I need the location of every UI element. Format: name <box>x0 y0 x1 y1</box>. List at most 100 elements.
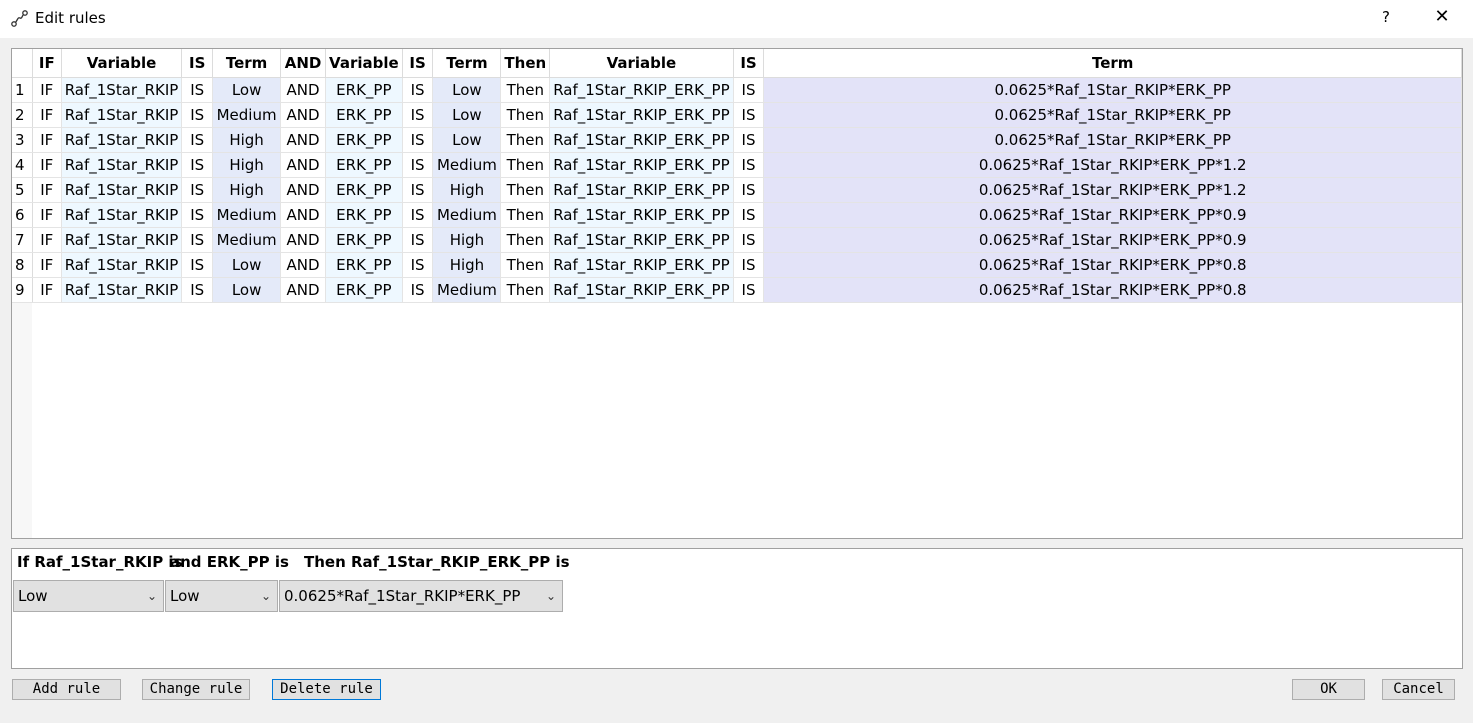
col-header-variable-3[interactable]: Variable <box>549 49 734 78</box>
term-1-cell[interactable]: Low <box>212 277 282 303</box>
variable-1-cell[interactable]: Raf_1Star_RKIP <box>61 77 183 103</box>
row-number[interactable]: 1 <box>12 77 33 103</box>
col-header-variable-2[interactable]: Variable <box>325 49 403 78</box>
variable-3-cell[interactable]: Raf_1Star_RKIP_ERK_PP <box>549 277 734 303</box>
term-3-cell[interactable]: 0.0625*Raf_1Star_RKIP*ERK_PP*1.2 <box>763 177 1462 203</box>
variable-2-cell[interactable]: ERK_PP <box>325 227 403 253</box>
is-2-cell[interactable]: IS <box>402 202 434 228</box>
variable-2-cell[interactable]: ERK_PP <box>325 277 403 303</box>
term-3-cell[interactable]: 0.0625*Raf_1Star_RKIP*ERK_PP <box>763 77 1462 103</box>
col-header-is-1[interactable]: IS <box>181 49 214 78</box>
and-keyword-cell[interactable]: AND <box>280 252 327 278</box>
term-1-cell[interactable]: High <box>212 177 282 203</box>
table-row[interactable]: 3 IF Raf_1Star_RKIP IS High AND ERK_PP IS Low The… <box>12 127 1462 153</box>
variable-1-cell[interactable]: Raf_1Star_RKIP <box>61 127 183 153</box>
if-keyword-cell[interactable]: IF <box>32 227 62 253</box>
col-header-term-2[interactable]: Term <box>432 49 502 78</box>
term-2-cell[interactable]: High <box>432 177 502 203</box>
term-1-cell[interactable]: Low <box>212 252 282 278</box>
is-1-cell[interactable]: IS <box>181 277 214 303</box>
is-1-cell[interactable]: IS <box>181 102 214 128</box>
if-keyword-cell[interactable]: IF <box>32 252 62 278</box>
variable-2-cell[interactable]: ERK_PP <box>325 102 403 128</box>
then-keyword-cell[interactable]: Then <box>500 177 551 203</box>
if-term-select[interactable]: Low ⌄ <box>13 580 164 612</box>
col-header-variable-1[interactable]: Variable <box>61 49 183 78</box>
col-header-term-1[interactable]: Term <box>212 49 282 78</box>
variable-2-cell[interactable]: ERK_PP <box>325 252 403 278</box>
term-3-cell[interactable]: 0.0625*Raf_1Star_RKIP*ERK_PP*0.8 <box>763 252 1462 278</box>
row-number[interactable]: 8 <box>12 252 33 278</box>
col-header-if[interactable]: IF <box>32 49 62 78</box>
if-keyword-cell[interactable]: IF <box>32 127 62 153</box>
close-icon[interactable]: ✕ <box>1430 6 1454 32</box>
then-keyword-cell[interactable]: Then <box>500 152 551 178</box>
col-header-then[interactable]: Then <box>500 49 551 78</box>
is-2-cell[interactable]: IS <box>402 77 434 103</box>
term-1-cell[interactable]: Medium <box>212 202 282 228</box>
if-keyword-cell[interactable]: IF <box>32 77 62 103</box>
variable-2-cell[interactable]: ERK_PP <box>325 127 403 153</box>
term-3-cell[interactable]: 0.0625*Raf_1Star_RKIP*ERK_PP*0.8 <box>763 277 1462 303</box>
term-1-cell[interactable]: Medium <box>212 227 282 253</box>
and-keyword-cell[interactable]: AND <box>280 77 327 103</box>
variable-1-cell[interactable]: Raf_1Star_RKIP <box>61 202 183 228</box>
then-keyword-cell[interactable]: Then <box>500 227 551 253</box>
term-2-cell[interactable]: High <box>432 227 502 253</box>
and-keyword-cell[interactable]: AND <box>280 227 327 253</box>
variable-1-cell[interactable]: Raf_1Star_RKIP <box>61 177 183 203</box>
is-3-cell[interactable]: IS <box>733 227 765 253</box>
and-term-select[interactable]: Low ⌄ <box>165 580 278 612</box>
delete-rule-button[interactable]: Delete rule <box>272 679 381 700</box>
is-2-cell[interactable]: IS <box>402 252 434 278</box>
col-header-and[interactable]: AND <box>280 49 327 78</box>
is-1-cell[interactable]: IS <box>181 252 214 278</box>
variable-2-cell[interactable]: ERK_PP <box>325 202 403 228</box>
if-keyword-cell[interactable]: IF <box>32 177 62 203</box>
term-2-cell[interactable]: Low <box>432 127 502 153</box>
is-2-cell[interactable]: IS <box>402 102 434 128</box>
is-1-cell[interactable]: IS <box>181 77 214 103</box>
ok-button[interactable]: OK <box>1292 679 1365 700</box>
if-keyword-cell[interactable]: IF <box>32 202 62 228</box>
then-keyword-cell[interactable]: Then <box>500 102 551 128</box>
then-keyword-cell[interactable]: Then <box>500 127 551 153</box>
is-1-cell[interactable]: IS <box>181 227 214 253</box>
table-row[interactable]: 4 IF Raf_1Star_RKIP IS High AND ERK_PP IS Medium… <box>12 152 1462 178</box>
then-term-select[interactable]: 0.0625*Raf_1Star_RKIP*ERK_PP ⌄ <box>279 580 563 612</box>
row-number[interactable]: 2 <box>12 102 33 128</box>
table-row[interactable]: 8 IF Raf_1Star_RKIP IS Low AND ERK_PP IS High The… <box>12 252 1462 278</box>
variable-3-cell[interactable]: Raf_1Star_RKIP_ERK_PP <box>549 127 734 153</box>
term-2-cell[interactable]: Medium <box>432 202 502 228</box>
term-3-cell[interactable]: 0.0625*Raf_1Star_RKIP*ERK_PP <box>763 127 1462 153</box>
is-1-cell[interactable]: IS <box>181 152 214 178</box>
term-1-cell[interactable]: Low <box>212 77 282 103</box>
row-number[interactable]: 4 <box>12 152 33 178</box>
and-keyword-cell[interactable]: AND <box>280 127 327 153</box>
is-1-cell[interactable]: IS <box>181 202 214 228</box>
is-2-cell[interactable]: IS <box>402 127 434 153</box>
table-row[interactable]: 7 IF Raf_1Star_RKIP IS Medium AND ERK_PP IS High… <box>12 227 1462 253</box>
is-3-cell[interactable]: IS <box>733 277 765 303</box>
table-row[interactable]: 1 IF Raf_1Star_RKIP IS Low AND ERK_PP IS Low Then… <box>12 77 1462 103</box>
term-2-cell[interactable]: Medium <box>432 152 502 178</box>
table-row[interactable]: 2 IF Raf_1Star_RKIP IS Medium AND ERK_PP IS Low T… <box>12 102 1462 128</box>
term-2-cell[interactable]: Low <box>432 77 502 103</box>
table-row[interactable]: 6 IF Raf_1Star_RKIP IS Medium AND ERK_PP IS Medi… <box>12 202 1462 228</box>
row-number[interactable]: 6 <box>12 202 33 228</box>
term-3-cell[interactable]: 0.0625*Raf_1Star_RKIP*ERK_PP*0.9 <box>763 202 1462 228</box>
variable-3-cell[interactable]: Raf_1Star_RKIP_ERK_PP <box>549 202 734 228</box>
variable-3-cell[interactable]: Raf_1Star_RKIP_ERK_PP <box>549 177 734 203</box>
help-button[interactable]: ? <box>1376 8 1396 30</box>
then-keyword-cell[interactable]: Then <box>500 252 551 278</box>
is-2-cell[interactable]: IS <box>402 227 434 253</box>
is-3-cell[interactable]: IS <box>733 102 765 128</box>
term-3-cell[interactable]: 0.0625*Raf_1Star_RKIP*ERK_PP <box>763 102 1462 128</box>
is-2-cell[interactable]: IS <box>402 152 434 178</box>
row-number[interactable]: 9 <box>12 277 33 303</box>
variable-3-cell[interactable]: Raf_1Star_RKIP_ERK_PP <box>549 252 734 278</box>
table-row[interactable]: 9 IF Raf_1Star_RKIP IS Low AND ERK_PP IS Medium T… <box>12 277 1462 303</box>
row-number[interactable]: 5 <box>12 177 33 203</box>
term-3-cell[interactable]: 0.0625*Raf_1Star_RKIP*ERK_PP*0.9 <box>763 227 1462 253</box>
variable-1-cell[interactable]: Raf_1Star_RKIP <box>61 252 183 278</box>
